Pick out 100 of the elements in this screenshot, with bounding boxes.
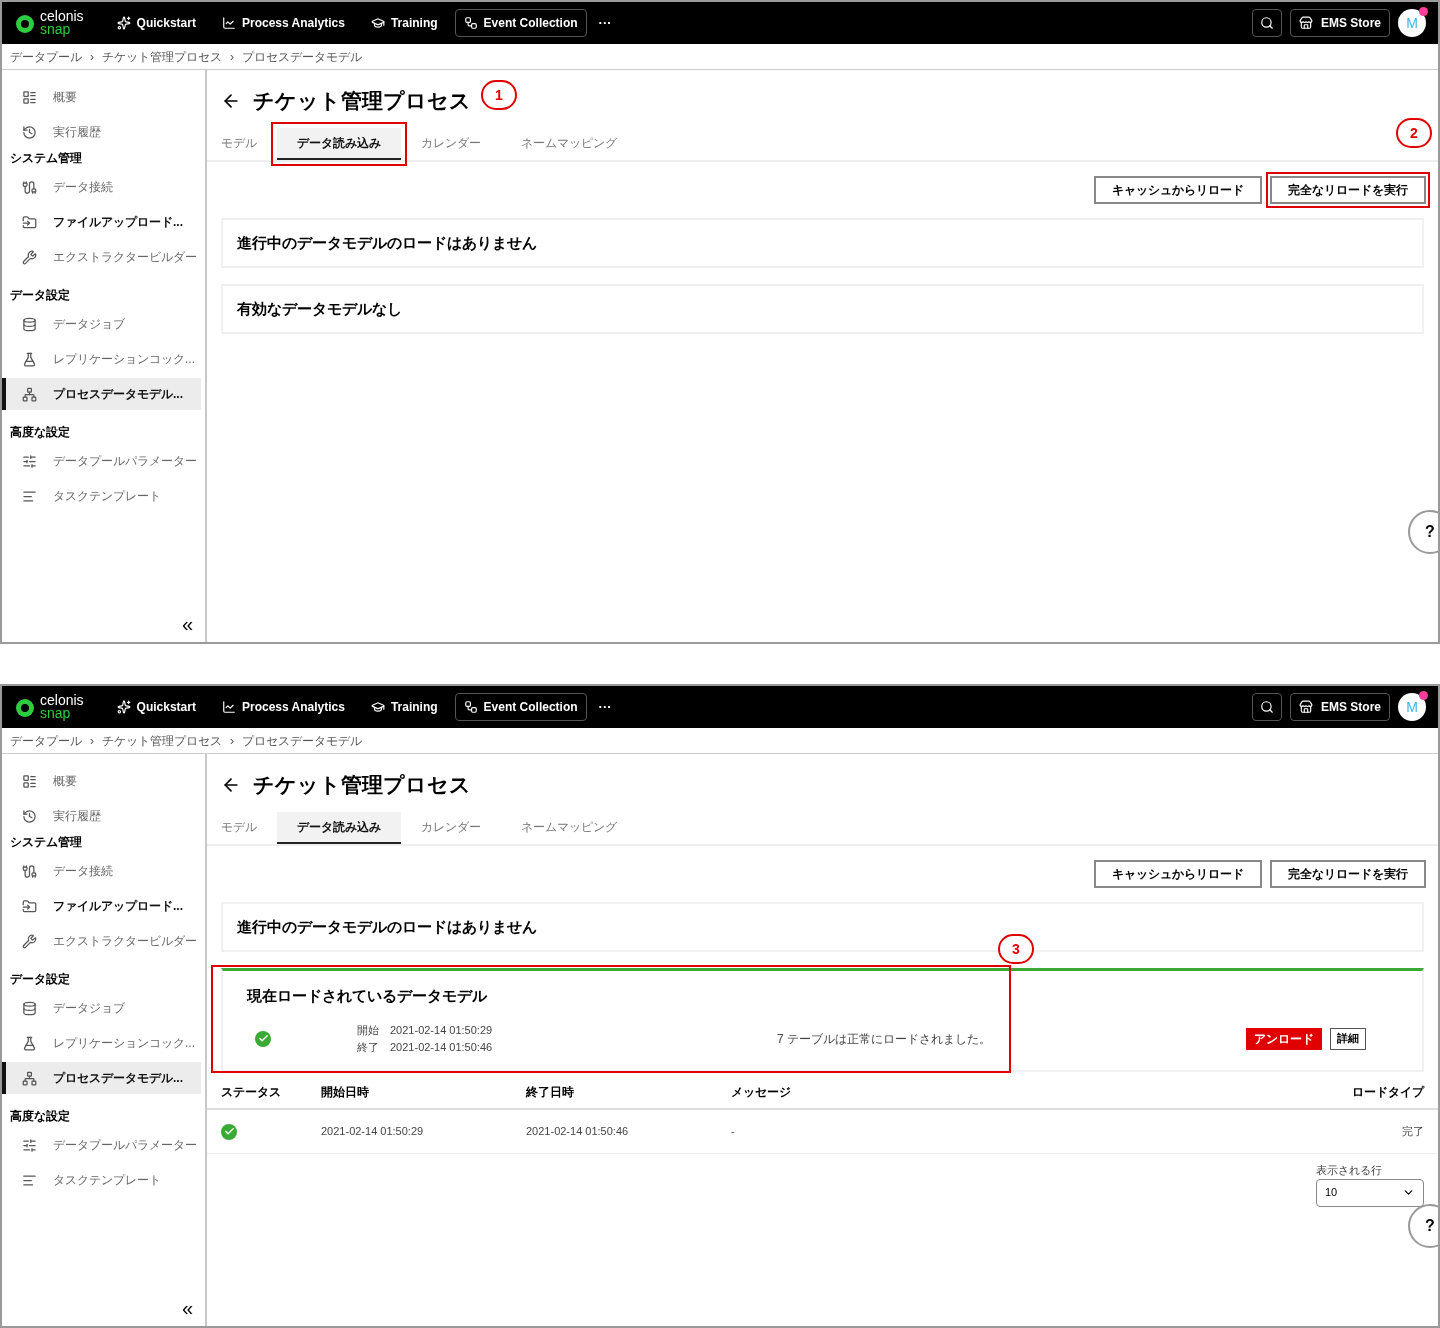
sidebar-item[interactable]: データ接続 bbox=[2, 171, 201, 203]
sidebar-item[interactable]: ファイルアップロード... bbox=[2, 206, 201, 238]
sidebar-icon bbox=[22, 89, 37, 105]
tab[interactable]: データ読み込み bbox=[277, 812, 401, 844]
end-time: 終了 2021-02-14 01:50:46 bbox=[357, 1039, 494, 1055]
tab[interactable]: モデル bbox=[221, 812, 277, 844]
sidebar-icon bbox=[22, 898, 37, 914]
collapse-sidebar-button[interactable]: « bbox=[181, 1298, 193, 1318]
column-header: 終了日時 bbox=[526, 1084, 575, 1101]
nav-item[interactable]: Process Analytics bbox=[212, 693, 354, 721]
tab[interactable]: ネームマッピング bbox=[501, 128, 637, 160]
store-icon bbox=[1299, 700, 1313, 714]
sidebar-icon bbox=[22, 179, 37, 195]
breadcrumb-link[interactable]: プロセスデータモデル bbox=[242, 47, 362, 66]
column-header: 開始日時 bbox=[321, 1084, 370, 1101]
logo-icon bbox=[14, 12, 36, 34]
sidebar-item[interactable]: エクストラクタービルダー bbox=[2, 925, 201, 957]
nav-item[interactable]: Training bbox=[361, 693, 447, 721]
sidebar-item[interactable]: タスクテンプレート bbox=[2, 480, 201, 512]
sidebar-item[interactable]: データジョブ bbox=[2, 308, 201, 340]
sidebar-icon bbox=[22, 1035, 37, 1051]
breadcrumb-link[interactable]: チケット管理プロセス bbox=[102, 731, 222, 750]
nav-icon bbox=[116, 700, 131, 714]
sidebar-item[interactable]: データプールパラメーター bbox=[2, 1129, 201, 1161]
nav-item[interactable]: Event Collection bbox=[454, 9, 587, 37]
sidebar-icon bbox=[22, 933, 37, 949]
sidebar-item[interactable]: 概要 bbox=[2, 81, 201, 113]
search-icon bbox=[1260, 700, 1274, 714]
breadcrumb-link[interactable]: データプール bbox=[10, 731, 82, 750]
nav-icon bbox=[116, 16, 131, 30]
load-message: 7 テーブルは正常にロードされました。 bbox=[777, 1030, 991, 1048]
more-button[interactable]: ··· bbox=[594, 13, 616, 33]
tab[interactable]: モデル bbox=[221, 128, 277, 160]
sidebar-icon bbox=[22, 124, 37, 140]
tab[interactable]: カレンダー bbox=[401, 812, 501, 844]
help-button[interactable]: ? bbox=[1408, 1204, 1438, 1248]
table-cell-text: 完了 bbox=[1402, 1124, 1424, 1140]
breadcrumb-separator: › bbox=[230, 732, 234, 750]
column-header: メッセージ bbox=[731, 1084, 792, 1101]
logo-subtext: snap bbox=[40, 707, 72, 720]
nav-item[interactable]: Process Analytics bbox=[212, 9, 354, 37]
sidebar-item[interactable]: レプリケーションコック... bbox=[2, 343, 201, 375]
reload-button[interactable]: 完全なリロードを実行 bbox=[1270, 860, 1426, 888]
sidebar-icon bbox=[22, 214, 37, 230]
breadcrumb-separator: › bbox=[230, 48, 234, 66]
sidebar-item[interactable]: 実行履歴 bbox=[2, 800, 201, 832]
table-cell-text: 2021-02-14 01:50:29 bbox=[321, 1124, 425, 1140]
callout-number: 2 bbox=[1396, 118, 1432, 148]
sidebar-item[interactable]: プロセスデータモデル... bbox=[2, 378, 201, 410]
sidebar-heading: データ設定 bbox=[9, 287, 71, 304]
logo-text: celonis bbox=[40, 694, 84, 707]
sidebar-item[interactable]: タスクテンプレート bbox=[2, 1164, 201, 1196]
sidebar-icon bbox=[22, 1137, 37, 1153]
sidebar-item[interactable]: レプリケーションコック... bbox=[2, 1027, 201, 1059]
sidebar-item[interactable]: 実行履歴 bbox=[2, 116, 201, 148]
nav-item[interactable]: Training bbox=[361, 9, 447, 37]
breadcrumb-link[interactable]: チケット管理プロセス bbox=[102, 47, 222, 66]
sidebar-heading: データ設定 bbox=[9, 971, 71, 988]
search-button[interactable] bbox=[1252, 693, 1282, 721]
sidebar-item[interactable]: ファイルアップロード... bbox=[2, 890, 201, 922]
sidebar-heading: システム管理 bbox=[9, 150, 83, 167]
sidebar-item[interactable]: プロセスデータモデル... bbox=[2, 1062, 201, 1094]
sidebar-item[interactable]: エクストラクタービルダー bbox=[2, 241, 201, 273]
breadcrumb-link[interactable]: データプール bbox=[10, 47, 82, 66]
sidebar-icon bbox=[22, 1070, 37, 1086]
page-title: チケット管理プロセス bbox=[253, 88, 471, 115]
sidebar-heading: システム管理 bbox=[9, 834, 83, 851]
tab[interactable]: カレンダー bbox=[401, 128, 501, 160]
sidebar-item[interactable]: 概要 bbox=[2, 765, 201, 797]
nav-icon bbox=[221, 700, 236, 714]
sidebar-icon bbox=[22, 453, 37, 469]
sidebar-item[interactable]: データプールパラメーター bbox=[2, 445, 201, 477]
status-message: 有効なデータモデルなし bbox=[237, 298, 402, 319]
sidebar-icon bbox=[22, 1000, 37, 1016]
help-button[interactable]: ? bbox=[1408, 510, 1438, 554]
store-button[interactable]: EMS Store bbox=[1290, 693, 1390, 721]
nav-item[interactable]: Quickstart bbox=[107, 9, 205, 37]
status-message: 進行中のデータモデルのロードはありません bbox=[237, 232, 537, 253]
sidebar-icon bbox=[22, 863, 37, 879]
reload-button[interactable]: キャッシュからリロード bbox=[1094, 176, 1262, 204]
nav-item[interactable]: Quickstart bbox=[107, 693, 205, 721]
callout-number: 1 bbox=[481, 80, 517, 110]
nav-icon bbox=[463, 16, 478, 30]
more-button[interactable]: ··· bbox=[594, 697, 616, 717]
search-button[interactable] bbox=[1252, 9, 1282, 37]
breadcrumb-link[interactable]: プロセスデータモデル bbox=[242, 731, 362, 750]
sidebar-item[interactable]: データ接続 bbox=[2, 855, 201, 887]
collapse-sidebar-button[interactable]: « bbox=[181, 614, 193, 634]
reload-button[interactable]: キャッシュからリロード bbox=[1094, 860, 1262, 888]
unload-button[interactable]: アンロード bbox=[1246, 1027, 1322, 1050]
status-message: 進行中のデータモデルのロードはありません bbox=[237, 916, 537, 937]
sidebar-item[interactable]: データジョブ bbox=[2, 992, 201, 1024]
tab[interactable]: ネームマッピング bbox=[501, 812, 637, 844]
rows-select[interactable]: 10 bbox=[1316, 1178, 1424, 1207]
page-title: チケット管理プロセス bbox=[253, 772, 471, 799]
store-button[interactable]: EMS Store bbox=[1290, 9, 1390, 37]
nav-item[interactable]: Event Collection bbox=[454, 693, 587, 721]
sidebar-icon bbox=[22, 386, 37, 402]
details-button[interactable]: 詳細 bbox=[1330, 1027, 1366, 1050]
nav-icon bbox=[221, 16, 236, 30]
